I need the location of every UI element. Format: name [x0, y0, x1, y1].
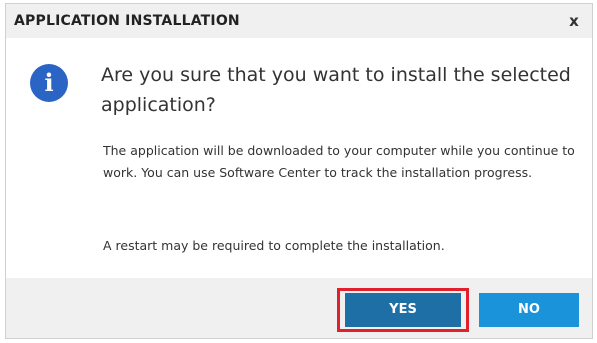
- close-icon[interactable]: x: [564, 11, 584, 31]
- dialog-content: i Are you sure that you want to install …: [6, 38, 592, 278]
- dialog-title: APPLICATION INSTALLATION: [14, 13, 240, 29]
- restart-note: A restart may be required to complete th…: [103, 238, 445, 253]
- installation-dialog: APPLICATION INSTALLATION x i Are you sur…: [5, 3, 593, 339]
- dialog-heading: Are you sure that you want to install th…: [101, 64, 571, 116]
- info-icon: i: [30, 64, 68, 102]
- no-button[interactable]: NO: [479, 293, 579, 327]
- title-bar: APPLICATION INSTALLATION x: [6, 4, 592, 38]
- dialog-body-text: The application will be downloaded to yo…: [103, 143, 575, 180]
- dialog-footer: YES NO: [6, 278, 592, 338]
- yes-button[interactable]: YES: [345, 293, 461, 327]
